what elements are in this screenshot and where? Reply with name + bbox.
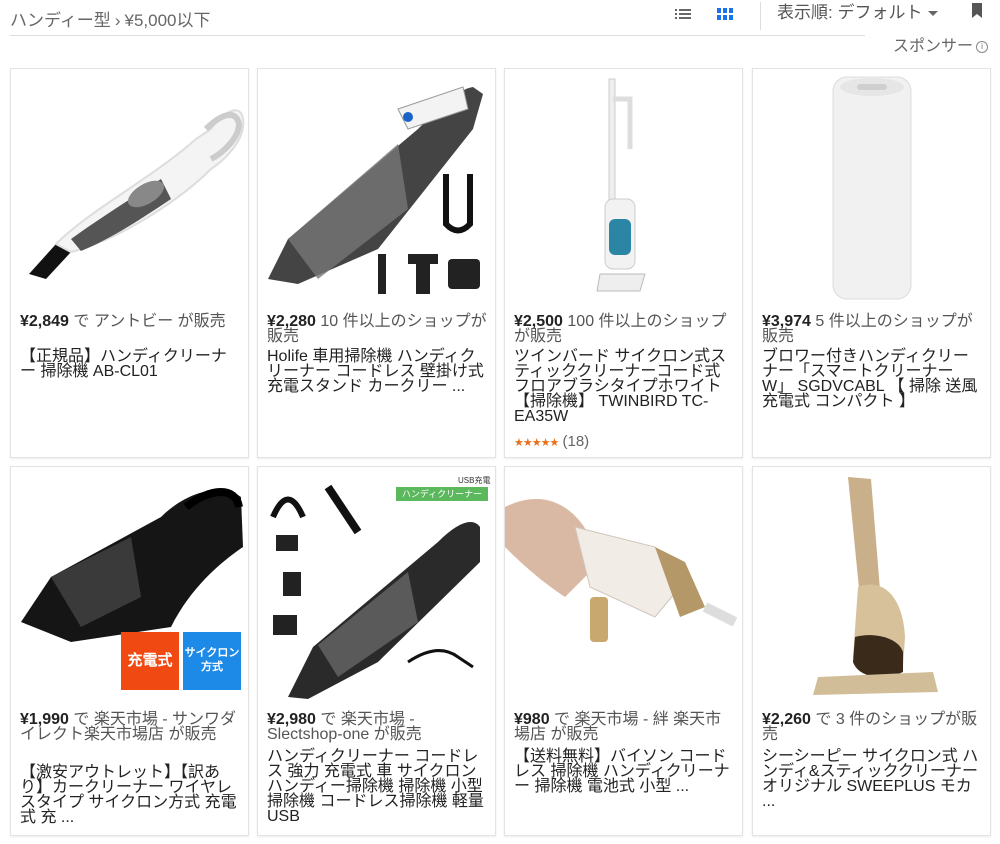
product-title[interactable]: ハンディクリーナー コードレス 強力 充電式 車 サイクロン ハンディー掃除機 … (267, 749, 487, 825)
sponsored-label: スポンサー i (893, 32, 988, 56)
sort-label: 表示順: デフォルト (777, 3, 923, 22)
product-title[interactable]: Holife 車用掃除機 ハンディクリーナー コードレス 壁掛け式充電スタンド … (267, 349, 487, 395)
product-card[interactable]: ¥3,974 5 件以上のショップが販売 ブロワー付きハンディクリーナー「スマー… (752, 68, 991, 458)
product-title[interactable]: 【激安アウトレット】【訳あり】カークリーナー ワイヤレスタイプ サイクロン方式 … (20, 765, 240, 826)
breadcrumb: ハンディー型 › ¥5,000以下 (10, 6, 210, 31)
breadcrumb-filter[interactable]: ¥5,000以下 (124, 11, 210, 30)
product-card[interactable]: 充電式 サイクロン方式 ¥1,990 で 楽天市場 - サンワダイレクト楽天市場… (10, 466, 249, 836)
product-card[interactable]: USB充電 ハンディクリーナー ¥2,980 で 楽天市場 - Slectsho… (257, 466, 496, 836)
price-line: ¥2,849 で アントビー が販売 (20, 313, 242, 330)
price-line: ¥980 で 楽天市場 - 絆 楽天市場店 が販売 (514, 712, 736, 743)
grid-view-icon[interactable] (716, 6, 734, 22)
sort-dropdown[interactable]: 表示順: デフォルト (760, 2, 939, 30)
product-title[interactable]: ブロワー付きハンディクリーナー「スマートクリーナーW」 SGDVCABL 【 掃… (762, 349, 982, 410)
product-seller: で アントビー が販売 (73, 313, 226, 330)
product-card[interactable]: ¥2,500 100 件以上のショップが販売 ツインバード サイクロン式スティッ… (504, 68, 743, 458)
badge-usb-charge: USB充電 (458, 476, 491, 485)
info-icon[interactable]: i (976, 40, 988, 53)
badge-handy-cleaner: ハンディクリーナー (396, 487, 488, 501)
product-image-blower-cleaner[interactable] (753, 69, 990, 307)
product-card[interactable]: ¥2,260 で 3 件のショップが販売 シーシーピー サイクロン式 ハンディ&… (752, 466, 991, 836)
price-line: ¥2,500 100 件以上のショップが販売 (514, 314, 736, 345)
product-title[interactable]: 【正規品】ハンディクリーナー 掃除機 AB-CL01 (20, 349, 240, 380)
product-image-handheld-vacuum[interactable] (11, 69, 248, 307)
breadcrumb-separator: › (114, 11, 121, 30)
product-title[interactable]: ツインバード サイクロン式スティッククリーナーコード式 フロアブラシタイプホワイ… (514, 349, 734, 425)
product-image-bison-vacuum[interactable] (505, 467, 742, 705)
header-divider (10, 35, 865, 36)
sponsor-text: スポンサー (892, 38, 973, 55)
star-rating-icon: ★★★★★ (514, 437, 559, 449)
product-image-stick-vacuum[interactable] (505, 69, 742, 307)
product-title[interactable]: シーシーピー サイクロン式 ハンディ&スティッククリーナー オリジナル SWEE… (762, 749, 982, 810)
price-line: ¥2,280 10 件以上のショップが販売 (267, 314, 489, 345)
rating-count: (18) (562, 433, 590, 450)
list-view-icon[interactable] (674, 6, 692, 22)
product-image-car-vacuum[interactable] (258, 69, 495, 307)
price-line: ¥1,990 で 楽天市場 - サンワダイレクト楽天市場店 が販売 (20, 712, 242, 743)
product-card[interactable]: ¥2,280 10 件以上のショップが販売 Holife 車用掃除機 ハンディク… (257, 68, 496, 458)
badge-cyclone: サイクロン方式 (183, 632, 241, 690)
caret-down-icon (928, 11, 939, 17)
badge-rechargeable: 充電式 (121, 632, 179, 690)
breadcrumb-category[interactable]: ハンディー型 (10, 11, 111, 30)
product-rating[interactable]: ★★★★★ (18) (514, 433, 589, 450)
price-line: ¥2,980 で 楽天市場 - Slectshop-one が販売 (267, 712, 489, 743)
price-line: ¥3,974 5 件以上のショップが販売 (762, 314, 984, 345)
product-image-cordless-vacuum[interactable] (258, 467, 495, 705)
bookmark-icon[interactable] (970, 2, 984, 20)
product-title[interactable]: 【送料無料】バイソン コードレス 掃除機 ハンディクリーナー 掃除機 電池式 小… (514, 749, 734, 795)
product-card[interactable]: ¥980 で 楽天市場 - 絆 楽天市場店 が販売 【送料無料】バイソン コード… (504, 466, 743, 836)
price-line: ¥2,260 で 3 件のショップが販売 (762, 712, 984, 743)
product-price: ¥2,849 (20, 313, 69, 330)
product-card[interactable]: ¥2,849 で アントビー が販売 【正規品】ハンディクリーナー 掃除機 AB… (10, 68, 249, 458)
results-header: ハンディー型 › ¥5,000以下 表示順: デフォルト (0, 0, 1000, 36)
product-image-stick-cleaner-mocha[interactable] (753, 467, 990, 705)
